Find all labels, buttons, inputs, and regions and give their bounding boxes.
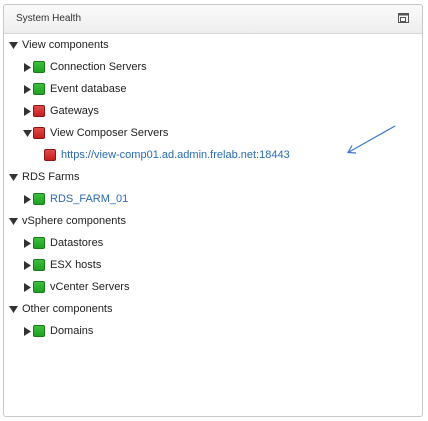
status-healthy-icon [33, 281, 45, 293]
tree-node-rds-farms[interactable]: RDS Farms [8, 168, 79, 186]
status-error-icon [44, 149, 56, 161]
tree-node-label: vCenter Servers [50, 281, 130, 293]
tree-node-event-database[interactable]: Event database [22, 80, 126, 98]
tree-node-label: Other components [22, 303, 113, 315]
tree-node-label: vSphere components [22, 215, 126, 227]
status-healthy-icon [33, 83, 45, 95]
expanded-triangle-icon[interactable] [22, 128, 32, 138]
expanded-triangle-icon[interactable] [8, 304, 18, 314]
status-healthy-icon [33, 259, 45, 271]
tree-node-domains[interactable]: Domains [22, 322, 93, 340]
tree-node-label: RDS Farms [22, 171, 80, 183]
collapsed-triangle-icon[interactable] [22, 260, 32, 270]
expanded-triangle-icon[interactable] [8, 172, 18, 182]
tree-node-view-components[interactable]: View components [8, 36, 109, 54]
tree-node-other-components[interactable]: Other components [8, 300, 113, 318]
status-healthy-icon [33, 237, 45, 249]
tree-node-view-composer-servers[interactable]: View Composer Servers [22, 124, 168, 142]
status-healthy-icon [33, 193, 45, 205]
tree-node-vcenter-servers[interactable]: vCenter Servers [22, 278, 129, 296]
tree-node-label: Event database [50, 83, 127, 95]
expanded-triangle-icon[interactable] [8, 40, 18, 50]
collapsed-triangle-icon[interactable] [22, 238, 32, 248]
tree-node-label: Connection Servers [50, 61, 147, 73]
tree-node-gateways[interactable]: Gateways [22, 102, 99, 120]
tree-node-vsphere-components[interactable]: vSphere components [8, 212, 126, 230]
expanded-triangle-icon[interactable] [8, 216, 18, 226]
restore-window-icon[interactable] [398, 13, 410, 25]
annotation-arrow-icon [347, 125, 396, 154]
status-healthy-icon [33, 61, 45, 73]
status-error-icon [33, 127, 45, 139]
collapsed-triangle-icon[interactable] [22, 326, 32, 336]
view-composer-server-link[interactable]: https://view-comp01.ad.admin.frelab.net:… [61, 149, 290, 161]
tree-node-label: ESX hosts [50, 259, 102, 271]
tree-node-label: Gateways [50, 105, 99, 117]
collapsed-triangle-icon[interactable] [22, 194, 32, 204]
tree-node-connection-servers[interactable]: Connection Servers [22, 58, 147, 76]
tree-node-label: View Composer Servers [50, 127, 169, 139]
collapsed-triangle-icon[interactable] [22, 84, 32, 94]
panel-title: System Health [16, 13, 82, 24]
tree-node-label: Datastores [50, 237, 104, 249]
collapsed-triangle-icon[interactable] [22, 282, 32, 292]
collapsed-triangle-icon[interactable] [22, 62, 32, 72]
tree-node-view-composer-url[interactable]: https://view-comp01.ad.admin.frelab.net:… [44, 146, 290, 164]
tree-node-label: Domains [50, 325, 94, 337]
panel-header: System Health [4, 5, 422, 34]
tree-node-esx-hosts[interactable]: ESX hosts [22, 256, 101, 274]
tree-node-datastores[interactable]: Datastores [22, 234, 103, 252]
status-error-icon [33, 105, 45, 117]
tree-node-rds-farm-01[interactable]: RDS_FARM_01 [22, 190, 128, 208]
tree-node-label: View components [22, 39, 109, 51]
rds-farm-link[interactable]: RDS_FARM_01 [50, 193, 128, 205]
collapsed-triangle-icon[interactable] [22, 106, 32, 116]
status-healthy-icon [33, 325, 45, 337]
